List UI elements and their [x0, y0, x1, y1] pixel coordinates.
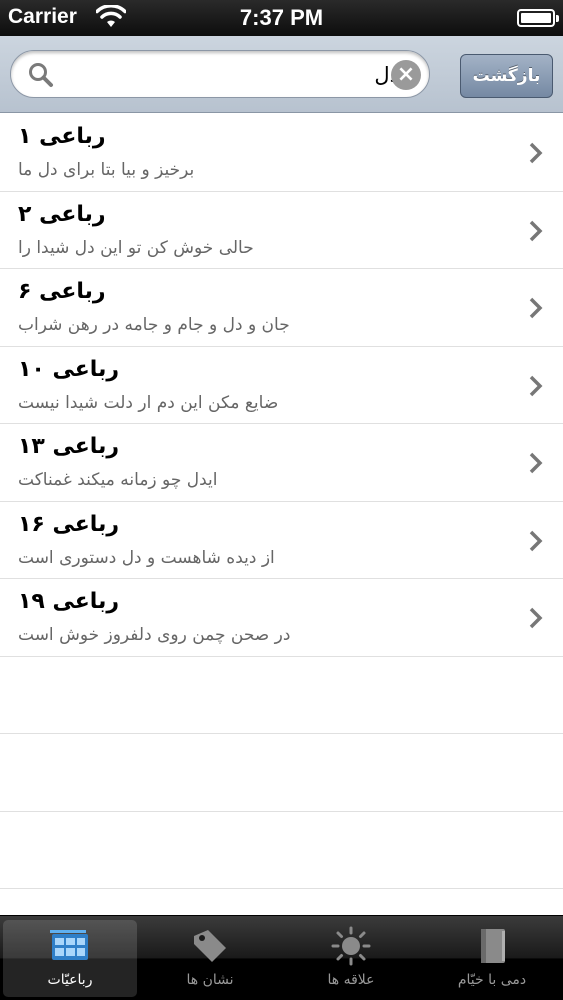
list-item-subtitle: در صحن چمن روی دلفروز خوش است [18, 625, 291, 645]
sun-favorites-icon [331, 926, 371, 966]
list-item[interactable]: رباعی ۲ حالی خوش کن تو این دل شیدا را [0, 192, 563, 269]
chevron-right-icon [529, 530, 543, 551]
tab-bar: رباعیّات نشان ها علاقه ها دمی با خیّام [0, 915, 563, 1000]
tab-label: دمی با خیّام [457, 972, 527, 988]
tab-label: علاقه ها [327, 972, 375, 988]
list-item[interactable]: رباعی ۱۹ در صحن چمن روی دلفروز خوش است [0, 579, 563, 657]
list-item[interactable]: رباعی ۱۳ ایدل چو زمانه ميكند غمناكت [0, 424, 563, 502]
clock: 7:37 PM [239, 5, 324, 30]
search-input[interactable] [65, 57, 399, 93]
list-item-title: رباعی ۶ [18, 279, 106, 304]
battery-icon [517, 9, 559, 27]
list-item-subtitle: جان و دل و جام و جامه در رهن شراب [18, 315, 290, 335]
results-list: رباعی ۱ برخیز و بیا بتا برای دل ما رباعی… [0, 114, 563, 915]
tab-about-khayyam[interactable]: دمی با خیّام [425, 920, 559, 997]
tab-label: نشان ها [186, 972, 234, 988]
list-item-title: رباعی ۲ [18, 201, 106, 227]
rubaiyat-grid-icon [50, 930, 88, 960]
list-item-title: رباعی ۱۶ [18, 511, 119, 537]
tab-bookmarks[interactable]: نشان ها [143, 920, 277, 997]
list-item-title: رباعی ۱۹ [18, 589, 119, 614]
list-item-title: رباعی ۱۰ [18, 356, 119, 382]
search-field[interactable]: × [10, 50, 430, 98]
list-item-subtitle: برخیز و بیا بتا برای دل ما [18, 160, 195, 180]
chevron-right-icon [529, 297, 543, 319]
chevron-right-icon [529, 375, 543, 396]
empty-row [0, 812, 563, 889]
list-item-title: رباعی ۱ [18, 124, 106, 149]
tab-favorites[interactable]: علاقه ها [284, 920, 418, 997]
tab-label: رباعیّات [47, 972, 93, 988]
clear-search-button[interactable]: × [391, 60, 421, 90]
chevron-right-icon [529, 220, 543, 241]
list-item[interactable]: رباعی ۶ جان و دل و جام و جامه در رهن شرا… [0, 269, 563, 347]
book-icon [481, 929, 505, 963]
empty-row [0, 734, 563, 812]
empty-row [0, 889, 563, 915]
list-item-subtitle: ضایع مکن این دم ار دلت شیدا نیست [18, 392, 279, 413]
list-item[interactable]: رباعی ۱ برخیز و بیا بتا برای دل ما [0, 114, 563, 192]
status-bar: Carrier 7:37 PM [0, 0, 563, 36]
chevron-right-icon [529, 452, 543, 474]
close-icon: × [396, 62, 416, 87]
search-bar: × بازگشت [0, 36, 563, 113]
chevron-right-icon [529, 142, 543, 164]
tab-rubaiyat[interactable]: رباعیّات [3, 920, 137, 997]
bookmark-tag-icon [194, 930, 226, 962]
search-icon [29, 63, 53, 87]
list-item-subtitle: از دیده شاهست و دل دستوری است [18, 547, 275, 568]
empty-row [0, 657, 563, 734]
chevron-right-icon [529, 607, 543, 629]
list-item[interactable]: رباعی ۱۰ ضایع مکن این دم ار دلت شیدا نیس… [0, 347, 563, 424]
list-item[interactable]: رباعی ۱۶ از دیده شاهست و دل دستوری است [0, 502, 563, 579]
list-item-subtitle: حالی خوش کن تو این دل شیدا را [18, 237, 254, 258]
back-button[interactable]: بازگشت [460, 54, 553, 98]
list-item-subtitle: ایدل چو زمانه ميكند غمناكت [18, 470, 218, 490]
list-item-title: رباعی ۱۳ [18, 434, 119, 459]
